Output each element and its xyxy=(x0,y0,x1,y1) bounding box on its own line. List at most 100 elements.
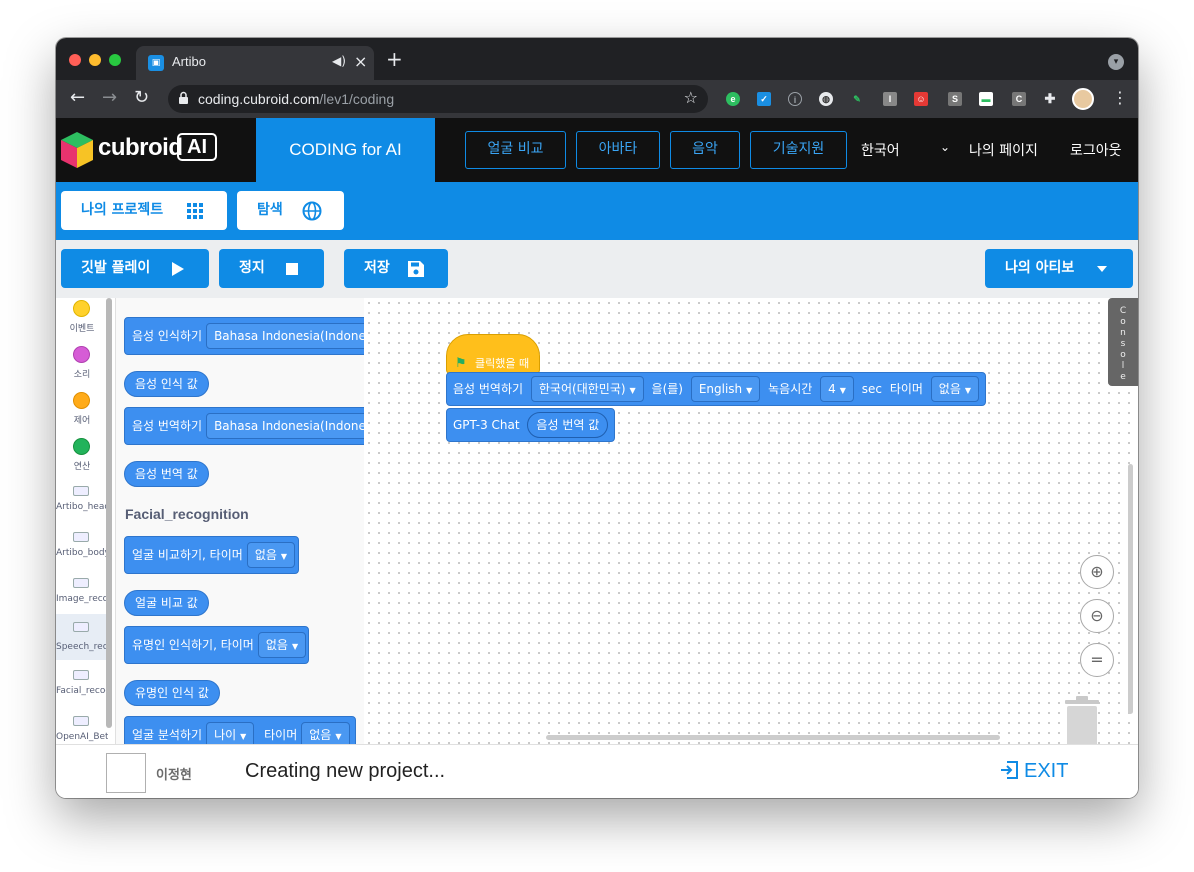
chrome-menu-icon[interactable]: ⋮ xyxy=(1112,88,1128,107)
mypage-link[interactable]: 나의 페이지 xyxy=(969,140,1038,160)
console-toggle[interactable]: Console xyxy=(1108,298,1138,386)
bookmark-star-icon[interactable]: ☆ xyxy=(684,88,698,107)
close-tab-icon[interactable]: × xyxy=(354,52,367,71)
category-sound[interactable]: 소리 xyxy=(56,346,108,392)
info-extension-icon[interactable]: i xyxy=(788,92,802,106)
record-time-dropdown[interactable]: 4 ▼ xyxy=(820,376,854,402)
language-dropdown[interactable]: Bahasa Indonesia(Indonesia xyxy=(206,413,364,439)
checkbox-extension-icon[interactable]: ✓ xyxy=(757,92,771,106)
extension-block-icon xyxy=(73,670,89,680)
gpt-input-reporter[interactable]: 음성 번역 값 xyxy=(527,412,609,438)
minimize-window-button[interactable] xyxy=(89,54,101,66)
close-window-button[interactable] xyxy=(69,54,81,66)
category-openai-beta[interactable]: OpenAI_Beta xyxy=(56,714,108,744)
caret-down-icon xyxy=(1097,266,1107,272)
speech-recognize-block[interactable]: 음성 인식하기Bahasa Indonesia(Indonesia xyxy=(124,317,364,355)
zoom-out-icon[interactable]: ⊖ xyxy=(1080,599,1114,633)
category-control[interactable]: 제어 xyxy=(56,392,108,438)
floppy-save-icon xyxy=(408,261,424,277)
attribute-dropdown[interactable]: 나이 ▼ xyxy=(206,722,255,744)
robot-extension-icon[interactable]: ☺ xyxy=(914,92,928,106)
tab-coding-for-ai[interactable]: CODING for AI xyxy=(256,118,435,182)
reload-icon[interactable]: ↻ xyxy=(134,88,149,108)
logout-link[interactable]: 로그아웃 xyxy=(1070,140,1122,160)
speech-value-reporter[interactable]: 음성 인식 값 xyxy=(124,371,209,397)
puzzle-extensions-icon[interactable]: ✚ xyxy=(1043,92,1057,106)
flag-play-button[interactable]: 깃발 플레이 xyxy=(61,249,209,288)
to-language-dropdown[interactable]: English ▼ xyxy=(690,376,761,402)
script-canvas[interactable]: ⚑ 클릭했을 때 음성 번역하기 한국어(대한민국) ▼ 을(를) English… xyxy=(364,298,1138,744)
logo-text: cubroid xyxy=(98,134,183,161)
profile-avatar[interactable] xyxy=(1072,88,1094,110)
language-dropdown[interactable]: Bahasa Indonesia(Indonesia xyxy=(206,323,364,349)
new-tab-icon[interactable]: + xyxy=(386,49,403,69)
browser-toolbar: ← → ↻ coding.cubroid.com/lev1/coding ☆ e… xyxy=(56,80,1138,118)
device-select-button[interactable]: 나의 아티보 xyxy=(985,249,1133,288)
flag-extension-icon[interactable]: ▬ xyxy=(979,92,993,106)
globe-extension-icon[interactable]: ◍ xyxy=(819,92,833,106)
zoom-in-icon[interactable]: ⊕ xyxy=(1080,555,1114,589)
stop-button[interactable]: 정지 xyxy=(219,249,324,288)
face-compare-block[interactable]: 얼굴 비교하기, 타이머 없음 ▼ xyxy=(124,536,299,574)
music-button[interactable]: 음악 xyxy=(670,131,740,169)
language-select[interactable]: 한국어 xyxy=(861,140,900,160)
timer-dropdown[interactable]: 없음 ▼ xyxy=(257,632,307,658)
speaker-icon[interactable]: ◀) xyxy=(332,54,346,68)
celebrity-value-reporter[interactable]: 유명인 인식 값 xyxy=(124,680,220,706)
category-events[interactable]: 이벤트 xyxy=(56,300,108,346)
trash-can-icon[interactable] xyxy=(1064,696,1100,744)
script-gpt-chat-block[interactable]: GPT-3 Chat 음성 번역 값 xyxy=(446,408,616,442)
c-extension-icon[interactable]: C xyxy=(1012,92,1026,106)
celebrity-recognize-block[interactable]: 유명인 인식하기, 타이머 없음 ▼ xyxy=(124,626,309,664)
explore-button[interactable]: 탐색 xyxy=(237,191,344,230)
s-extension-icon[interactable]: S xyxy=(948,92,962,106)
maximize-window-button[interactable] xyxy=(109,54,121,66)
script-speech-translate-block[interactable]: 음성 번역하기 한국어(대한민국) ▼ 을(를) English ▼ 녹음시간 4 ▼… xyxy=(446,372,987,406)
chevron-down-icon[interactable]: ⌄ xyxy=(940,140,950,154)
forward-arrow-icon[interactable]: → xyxy=(102,88,117,108)
project-nav-bar: 나의 프로젝트 탐색 xyxy=(56,182,1138,240)
my-projects-button[interactable]: 나의 프로젝트 xyxy=(61,191,227,230)
face-compare-button[interactable]: 얼굴 비교 xyxy=(465,131,566,169)
block-label: 음성 번역하기 xyxy=(453,382,524,396)
evernote-extension-icon[interactable]: e xyxy=(726,92,740,106)
category-operators[interactable]: 연산 xyxy=(56,438,108,484)
from-language-dropdown[interactable]: 한국어(대한민국) ▼ xyxy=(530,376,644,402)
address-bar[interactable]: coding.cubroid.com/lev1/coding ☆ xyxy=(168,85,708,113)
back-arrow-icon[interactable]: ← xyxy=(70,88,85,108)
category-facial-recognition[interactable]: Facial_recogni xyxy=(56,668,108,714)
extension-block-icon xyxy=(73,716,89,726)
zoom-reset-icon[interactable]: = xyxy=(1080,643,1114,677)
exit-button[interactable]: EXIT xyxy=(1000,760,1068,783)
cubroid-logo[interactable]: cubroid AI xyxy=(58,130,217,170)
category-scrollbar[interactable] xyxy=(106,298,112,728)
face-compare-value-reporter[interactable]: 얼굴 비교 값 xyxy=(124,590,209,616)
timer-dropdown[interactable]: 없음 ▼ xyxy=(246,542,296,568)
category-artibo-body[interactable]: Artibo_body xyxy=(56,530,108,576)
category-speech-recognition[interactable]: Speech_recog xyxy=(56,614,108,660)
lock-icon xyxy=(179,91,188,104)
save-button[interactable]: 저장 xyxy=(344,249,448,288)
face-analyze-block[interactable]: 얼굴 분석하기 나이 ▼ 타이머 없음 ▼ xyxy=(124,716,356,744)
caret-down-icon: ▼ xyxy=(335,732,342,741)
tab-search-icon[interactable]: ▾ xyxy=(1108,54,1124,70)
browser-window: ▣ Artibo ◀) × + ▾ ← → ↻ coding.cubroid.c… xyxy=(56,38,1138,798)
block-label: 타이머 xyxy=(889,382,923,396)
grid-icon xyxy=(187,203,203,219)
speech-translate-block[interactable]: 음성 번역하기Bahasa Indonesia(Indonesia xyxy=(124,407,364,445)
timer-dropdown[interactable]: 없음 ▼ xyxy=(930,376,980,402)
translate-value-reporter[interactable]: 음성 번역 값 xyxy=(124,461,209,487)
pen-extension-icon[interactable]: ✎ xyxy=(850,92,864,106)
dropdown-value: 나이 xyxy=(214,728,237,742)
green-flag-icon: ⚑ xyxy=(455,356,467,371)
category-artibo-head[interactable]: Artibo_head xyxy=(56,484,108,530)
extension-block-icon xyxy=(73,532,89,542)
when-flag-clicked-block[interactable]: ⚑ 클릭했을 때 xyxy=(446,334,540,374)
canvas-horizontal-scrollbar[interactable] xyxy=(546,735,1000,740)
avatar-button[interactable]: 아바타 xyxy=(576,131,660,169)
browser-tab[interactable]: ▣ Artibo ◀) × xyxy=(136,46,374,80)
i-extension-icon[interactable]: I xyxy=(883,92,897,106)
timer-dropdown[interactable]: 없음 ▼ xyxy=(301,722,350,744)
tech-support-button[interactable]: 기술지원 xyxy=(750,131,847,169)
canvas-vertical-scrollbar[interactable] xyxy=(1128,464,1133,714)
